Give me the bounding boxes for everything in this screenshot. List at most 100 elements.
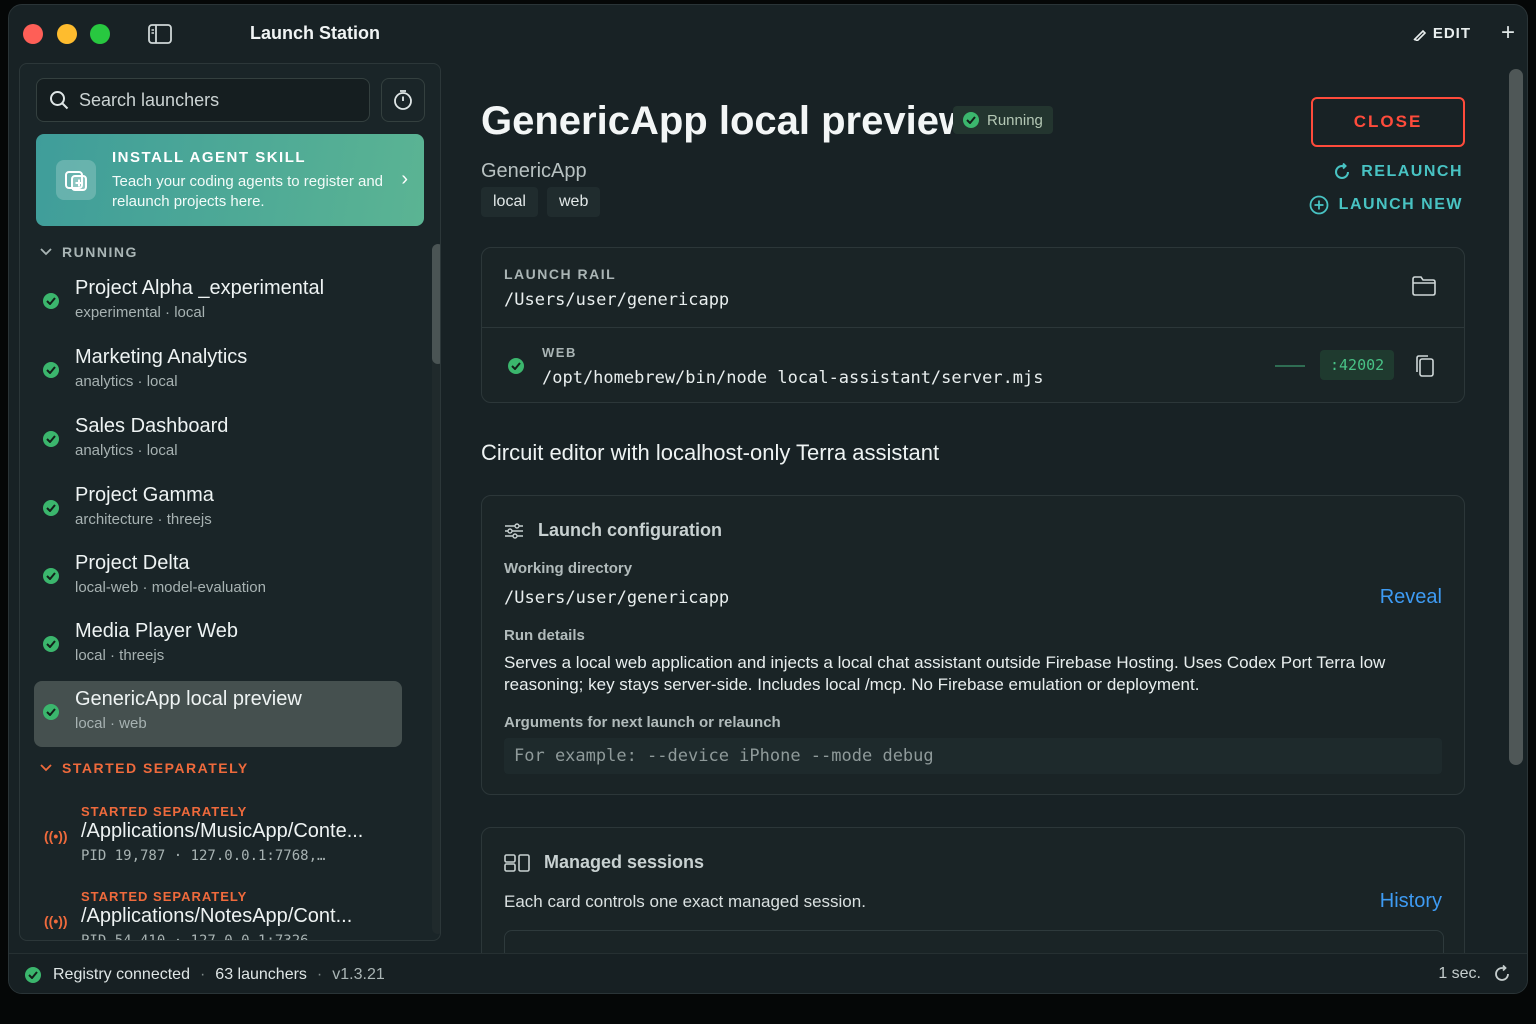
working-directory-label: Working directory [504, 560, 633, 577]
status-badge: Running [953, 106, 1053, 134]
external-process-item[interactable]: ((•)) STARTED SEPARATELY /Applications/M… [34, 804, 414, 884]
launcher-tags: experimental · local [75, 304, 206, 321]
close-window-button[interactable] [23, 24, 43, 44]
launch-configuration-heading: Launch configuration [504, 520, 722, 541]
refresh-interval[interactable]: 1 sec. [1438, 965, 1511, 983]
launch-configuration-card: Launch configuration Working directory /… [481, 495, 1465, 795]
install-agent-skill-card[interactable]: INSTALL AGENT SKILL Teach your coding ag… [36, 134, 424, 226]
running-section-toggle[interactable]: RUNNING [40, 244, 138, 260]
separator-dot: · [199, 965, 206, 983]
folder-icon[interactable] [1412, 276, 1436, 301]
launch-new-button[interactable]: LAUNCH NEW [1309, 195, 1463, 215]
run-details-text: Serves a local web application and injec… [504, 653, 1386, 694]
broadcast-icon: ((•)) [44, 828, 68, 844]
title-bar: Launch Station EDIT + [9, 5, 1527, 63]
external-label: STARTED SEPARATELY [81, 889, 248, 904]
check-icon [43, 500, 59, 516]
launcher-tags: analytics · local [75, 373, 178, 390]
managed-sessions-subtitle: Each card controls one exact managed ses… [504, 892, 866, 911]
launcher-name: GenericApp local preview [75, 688, 302, 710]
external-path: /Applications/MusicApp/Conte... [81, 820, 364, 842]
check-icon [43, 293, 59, 309]
launch-configuration-title: Launch configuration [538, 520, 722, 540]
separator-dot: · [316, 965, 323, 983]
sidebar-scrollbar[interactable] [432, 244, 440, 364]
reveal-link[interactable]: Reveal [1380, 586, 1442, 609]
launcher-item[interactable]: Project Gamma architecture · threejs [34, 477, 402, 543]
launcher-name: Project Alpha _experimental [75, 277, 325, 299]
launcher-tags: architecture · threejs [75, 511, 212, 528]
search-icon [50, 91, 69, 110]
arguments-input[interactable] [504, 738, 1442, 774]
copy-icon[interactable] [1414, 354, 1436, 383]
refresh-icon [1335, 163, 1350, 179]
web-label: WEB [542, 345, 577, 360]
project-description: Circuit editor with localhost-only Terra… [481, 440, 940, 465]
launcher-item[interactable]: Media Player Web local · threejs [34, 613, 402, 679]
launcher-tags: local-web · model-evaluation [75, 579, 266, 596]
managed-sessions-title: Managed sessions [544, 852, 705, 872]
launcher-item[interactable]: Project Alpha _experimental experimental… [34, 270, 402, 336]
install-description: Teach your coding agents to register and… [112, 172, 384, 210]
external-process-item[interactable]: ((•)) STARTED SEPARATELY /Applications/N… [34, 889, 414, 940]
app-version: v1.3.21 [332, 965, 385, 983]
launch-new-label: LAUNCH NEW [1338, 196, 1463, 213]
check-icon [43, 636, 59, 652]
app-window: Launch Station EDIT + INSTALL AGENT SKIL… [8, 4, 1528, 994]
minimize-window-button[interactable] [57, 24, 77, 44]
sidebar-toggle-button[interactable] [140, 19, 180, 49]
launch-rail-path: /Users/user/genericapp [504, 290, 730, 310]
launcher-name: Media Player Web [75, 620, 239, 642]
launcher-item[interactable]: Project Delta local-web · model-evaluati… [34, 545, 402, 611]
search-box[interactable] [36, 78, 370, 122]
arguments-label: Arguments for next launch or relaunch [504, 714, 781, 731]
connector-line [1275, 365, 1305, 367]
external-path: /Applications/NotesApp/Cont... [81, 905, 353, 927]
run-details-label: Run details [504, 627, 585, 644]
started-separately-label: STARTED SEPARATELY [62, 760, 249, 776]
zoom-window-button[interactable] [90, 24, 110, 44]
check-icon [43, 704, 59, 720]
chevron-right-icon: › [401, 168, 408, 190]
history-link[interactable]: History [1380, 890, 1442, 913]
check-icon [25, 966, 41, 983]
registry-status: Registry connected [53, 965, 190, 983]
external-label: STARTED SEPARATELY [81, 804, 248, 819]
history-button[interactable] [381, 78, 425, 122]
launch-rail-card: LAUNCH RAIL /Users/user/genericapp WEB /… [481, 247, 1465, 403]
search-input[interactable] [79, 89, 349, 111]
launcher-name: Project Delta [75, 552, 190, 574]
refresh-interval-label: 1 sec. [1438, 965, 1481, 982]
launcher-name: Project Gamma [75, 484, 214, 506]
launch-rail-header: LAUNCH RAIL /Users/user/genericapp [482, 248, 1464, 328]
check-icon [963, 112, 979, 128]
timer-icon [394, 90, 412, 110]
launcher-item-selected[interactable]: GenericApp local preview local · web [34, 681, 402, 747]
main-panel: GenericApp local preview Running Generic… [441, 63, 1509, 990]
launch-rail-label: LAUNCH RAIL [504, 266, 617, 282]
status-text: Running [987, 111, 1043, 129]
edit-button[interactable]: EDIT [1413, 25, 1471, 42]
launcher-item[interactable]: Sales Dashboard analytics · local [34, 408, 402, 474]
tag-web: web [547, 187, 601, 217]
add-launcher-button[interactable]: + [1501, 21, 1515, 45]
project-subtitle: GenericApp [481, 160, 587, 182]
check-icon [43, 362, 59, 378]
status-bar: Registry connected · 63 launchers · v1.3… [9, 953, 1527, 993]
relaunch-button[interactable]: RELAUNCH [1333, 163, 1463, 181]
close-button[interactable]: CLOSE [1311, 97, 1465, 147]
pencil-icon [1413, 29, 1426, 41]
refresh-icon [1495, 965, 1509, 981]
launcher-item[interactable]: Marketing Analytics analytics · local [34, 339, 402, 405]
port-badge[interactable]: :42002 [1320, 350, 1395, 380]
install-title: INSTALL AGENT SKILL [112, 148, 307, 166]
launcher-name: Sales Dashboard [75, 415, 229, 437]
check-icon [43, 431, 59, 447]
launcher-tags: local · web [75, 715, 147, 732]
sidebar-icon [148, 24, 172, 44]
started-separately-section-toggle[interactable]: STARTED SEPARATELY [40, 760, 249, 776]
launcher-count: 63 launchers [215, 965, 307, 983]
launcher-tags: local · threejs [75, 647, 165, 664]
relaunch-label: RELAUNCH [1361, 163, 1463, 180]
main-scrollbar[interactable] [1509, 69, 1523, 765]
